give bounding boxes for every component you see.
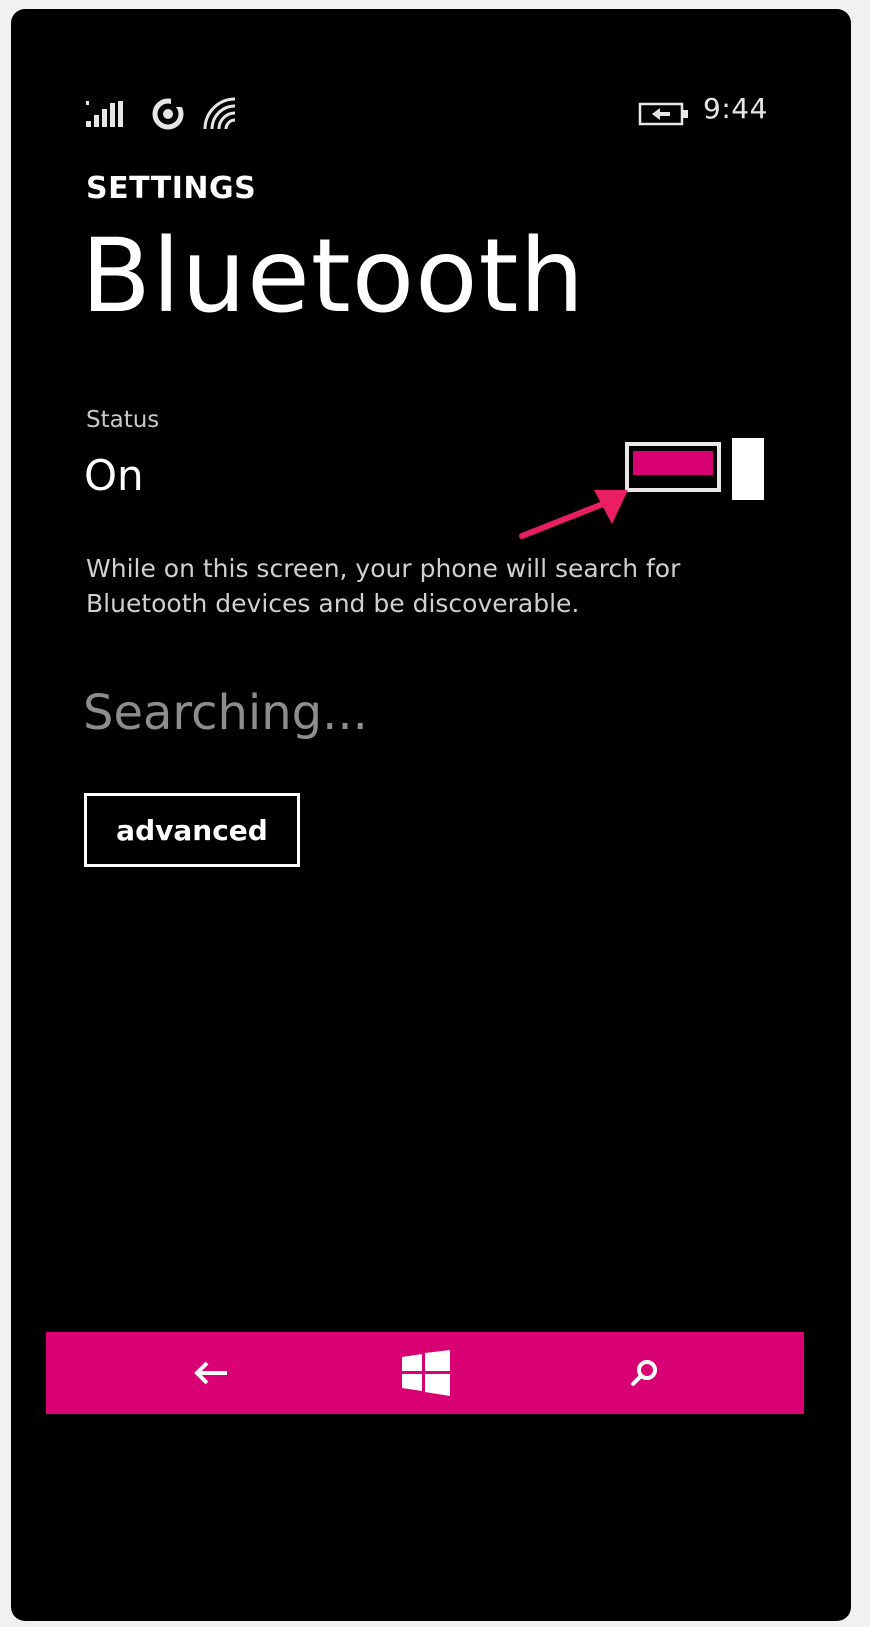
- status-bar: 9:44: [11, 9, 851, 130]
- back-button[interactable]: [166, 1332, 256, 1414]
- toggle-fill: [633, 451, 713, 475]
- status-value: On: [84, 451, 144, 500]
- bluetooth-toggle[interactable]: [625, 438, 767, 504]
- bluetooth-description: While on this screen, your phone will se…: [86, 554, 681, 618]
- phone-screen: 9:44 SETTINGS Bluetooth Status On While …: [11, 9, 851, 1621]
- app-label: SETTINGS: [86, 171, 257, 206]
- searching-status: Searching...: [83, 685, 368, 741]
- windows-start-icon: [402, 1350, 450, 1396]
- page-title: Bluetooth: [81, 217, 586, 336]
- wifi-icon: [203, 97, 236, 130]
- sync-icon: [152, 98, 184, 130]
- annotation-arrow-icon: [519, 490, 628, 539]
- toggle-thumb[interactable]: [732, 438, 764, 500]
- clock: 9:44: [703, 92, 768, 125]
- status-caption: Status: [86, 407, 160, 433]
- signal-icon: [86, 101, 123, 127]
- back-arrow-icon: [194, 1361, 227, 1385]
- start-button[interactable]: [381, 1332, 471, 1414]
- advanced-button[interactable]: advanced: [84, 793, 300, 867]
- search-button[interactable]: [599, 1332, 689, 1414]
- battery-charging-icon: [638, 102, 688, 126]
- search-icon: [631, 1360, 657, 1386]
- navigation-bar: [46, 1332, 804, 1414]
